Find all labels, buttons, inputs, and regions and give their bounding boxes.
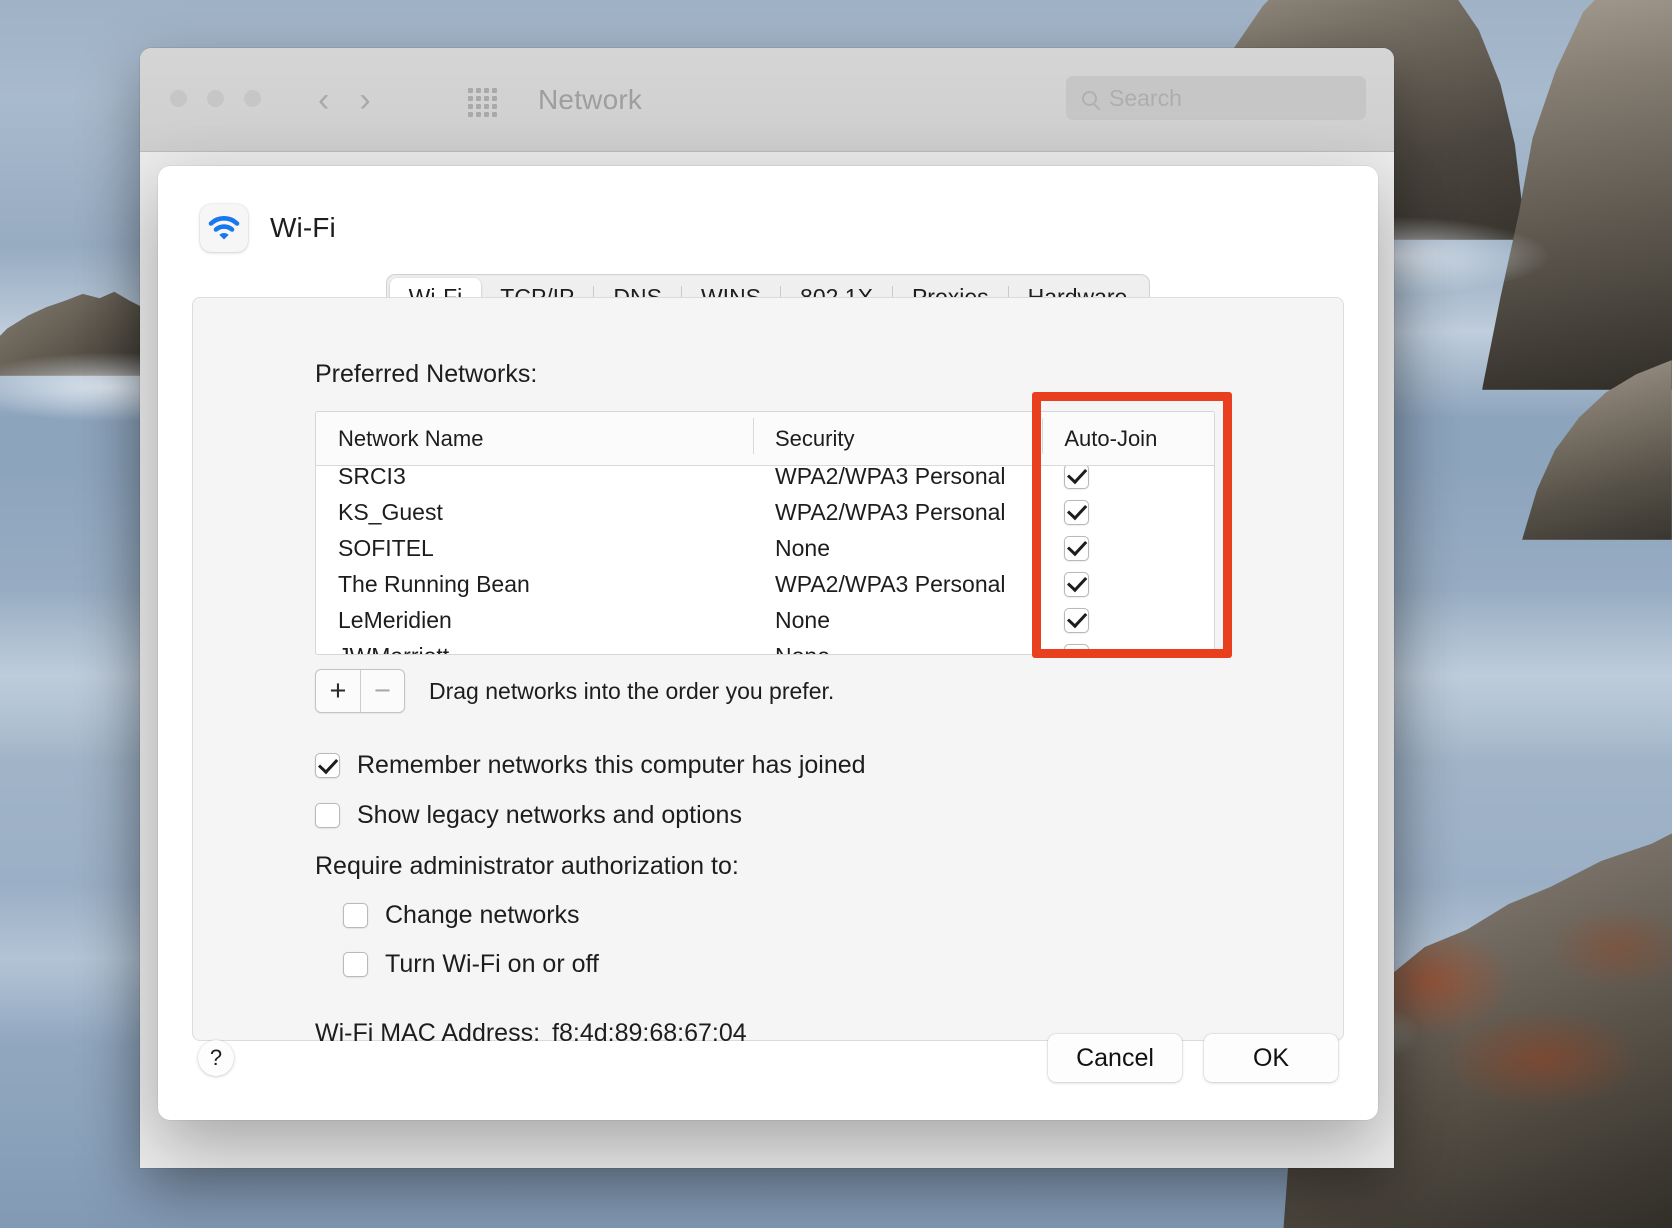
auto-join-checkbox[interactable] — [1064, 535, 1090, 561]
show-legacy-label: Show legacy networks and options — [357, 801, 742, 829]
add-remove-group: + − — [315, 669, 405, 713]
traffic-lights — [170, 90, 261, 107]
column-header-auto-join[interactable]: Auto-Join — [1042, 417, 1214, 454]
table-row[interactable]: SRCI3 WPA2/WPA3 Personal — [316, 466, 1214, 494]
cell-network-name: JWMarriott — [316, 643, 753, 655]
page-title: Wi-Fi — [270, 212, 336, 243]
desktop-wallpaper: ‹ › Network Search Wi-Fi Preferred Netwo… — [0, 0, 1672, 1228]
remember-networks-checkbox[interactable] — [315, 753, 340, 778]
table-scroll-content: SRCI3 WPA2/WPA3 Personal KS_Guest WPA2/W… — [316, 466, 1214, 654]
cell-auto-join — [1042, 607, 1214, 633]
add-network-button[interactable]: + — [316, 670, 360, 712]
remember-networks-label: Remember networks this computer has join… — [357, 751, 866, 779]
preferred-networks-table: Network Name Security Auto-Join SRCI3 WP… — [315, 411, 1215, 655]
cell-network-name: SOFITEL — [338, 534, 434, 561]
cell-security: WPA2/WPA3 Personal — [775, 498, 1006, 525]
ok-button[interactable]: OK — [1204, 1034, 1338, 1082]
sheet-header: Wi-Fi — [158, 166, 1378, 252]
auto-join-checkbox[interactable] — [1064, 643, 1090, 654]
option-show-legacy[interactable]: Show legacy networks and options — [315, 801, 1343, 830]
cell-security: None — [753, 643, 1042, 655]
wifi-icon — [200, 204, 248, 252]
cell-auto-join — [1042, 535, 1214, 561]
wifi-tab-panel: Preferred Networks: Network Name Securit… — [192, 297, 1344, 1047]
cell-security: None — [775, 534, 830, 561]
table-body[interactable]: SRCI3 WPA2/WPA3 Personal KS_Guest WPA2/W… — [316, 466, 1214, 654]
turn-wifi-checkbox[interactable] — [343, 952, 368, 977]
option-change-networks[interactable]: Change networks — [343, 901, 1343, 930]
cell-network-name: LeMeridien — [338, 606, 452, 633]
auto-join-checkbox[interactable] — [1064, 607, 1090, 633]
auto-join-checkbox[interactable] — [1064, 571, 1090, 597]
column-header-security[interactable]: Security — [753, 417, 1042, 454]
column-header-network-name[interactable]: Network Name — [316, 426, 753, 452]
search-icon — [1082, 90, 1097, 106]
chevron-left-icon[interactable]: ‹ — [318, 78, 329, 122]
cell-security: WPA2/WPA3 Personal — [775, 570, 1006, 597]
cancel-button[interactable]: Cancel — [1048, 1034, 1182, 1082]
navigation-arrows: ‹ › — [318, 78, 371, 122]
cell-auto-join — [1042, 466, 1214, 489]
show-legacy-checkbox[interactable] — [315, 803, 340, 828]
minimize-button[interactable] — [207, 90, 224, 107]
option-turn-wifi-on-off[interactable]: Turn Wi-Fi on or off — [343, 950, 1343, 979]
table-row[interactable]: SOFITEL None — [316, 530, 1214, 566]
help-button[interactable]: ? — [198, 1040, 234, 1076]
search-field[interactable]: Search — [1066, 76, 1366, 120]
sheet-footer: ? Cancel OK — [158, 996, 1378, 1120]
turn-wifi-label: Turn Wi-Fi on or off — [385, 950, 599, 978]
cell-network-name: KS_Guest — [338, 498, 443, 525]
footer-button-group: Cancel OK — [1048, 1034, 1338, 1082]
change-networks-label: Change networks — [385, 901, 580, 929]
drag-hint-text: Drag networks into the order you prefer. — [429, 677, 835, 704]
table-row[interactable]: KS_Guest WPA2/WPA3 Personal — [316, 494, 1214, 530]
cell-security: WPA2/WPA3 Personal — [775, 466, 1006, 489]
table-toolbar: + − Drag networks into the order you pre… — [315, 669, 1343, 713]
preferred-networks-label: Preferred Networks: — [315, 360, 538, 388]
table-row[interactable]: JWMarriott None — [316, 638, 1214, 654]
cell-network-name: SRCI3 — [338, 466, 406, 489]
search-placeholder: Search — [1109, 84, 1182, 111]
table-row[interactable]: LeMeridien None — [316, 602, 1214, 638]
wifi-advanced-sheet: Wi-Fi Wi-Fi TCP/IP DNS WINS 802.1X Proxi… — [158, 166, 1378, 1120]
window-title: Network — [538, 84, 643, 115]
window-titlebar: ‹ › Network Search — [140, 48, 1394, 152]
auto-join-checkbox[interactable] — [1064, 499, 1090, 525]
cell-network-name: The Running Bean — [338, 570, 530, 597]
close-button[interactable] — [170, 90, 187, 107]
cell-security: None — [775, 606, 830, 633]
option-remember-networks[interactable]: Remember networks this computer has join… — [315, 751, 1343, 780]
cell-auto-join — [1042, 499, 1214, 525]
remove-network-button[interactable]: − — [360, 670, 404, 712]
chevron-right-icon[interactable]: › — [359, 78, 370, 122]
cell-auto-join — [1042, 571, 1214, 597]
zoom-button[interactable] — [244, 90, 261, 107]
change-networks-checkbox[interactable] — [343, 903, 368, 928]
cell-auto-join — [1042, 643, 1214, 654]
require-admin-label: Require administrator authorization to: — [315, 852, 739, 880]
grid-view-icon[interactable] — [468, 88, 497, 117]
table-row[interactable]: The Running Bean WPA2/WPA3 Personal — [316, 566, 1214, 602]
auto-join-checkbox[interactable] — [1064, 466, 1090, 489]
table-header-row: Network Name Security Auto-Join — [316, 412, 1214, 466]
